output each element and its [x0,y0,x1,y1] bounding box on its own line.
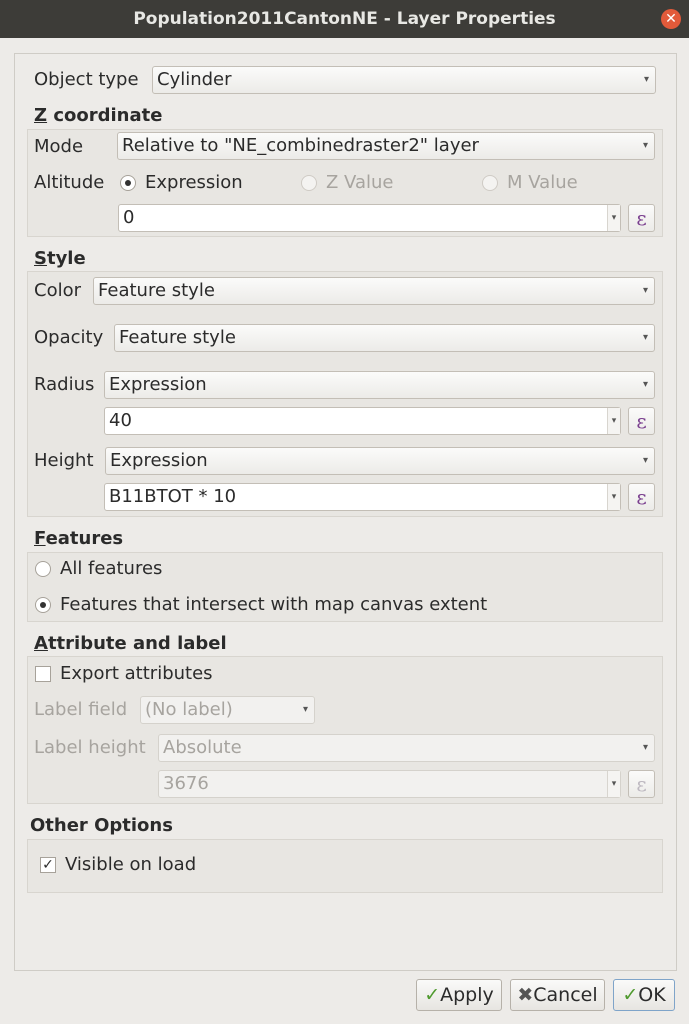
opacity-select[interactable]: Feature style ▾ [114,324,655,352]
cancel-x-icon: ✖ [517,984,534,1006]
opacity-label: Opacity [34,327,104,348]
window-title: Population2011CantonNE - Layer Propertie… [133,9,556,29]
chevron-down-icon: ▾ [642,140,648,151]
color-label: Color [34,280,81,301]
chevron-down-icon[interactable]: ▾ [607,484,620,510]
label-height-value: Absolute [163,737,242,758]
label-field-value: (No label) [145,699,233,720]
mode-select[interactable]: Relative to "NE_combinedraster2" layer ▾ [117,132,655,160]
chevron-down-icon: ▾ [643,74,649,85]
mode-label: Mode [34,136,84,157]
object-type-label: Object type [34,69,139,90]
height-mode-select[interactable]: Expression ▾ [105,447,655,475]
ok-button[interactable]: ✓OK [613,979,675,1011]
window-titlebar: Population2011CantonNE - Layer Propertie… [0,0,689,38]
radius-mode-select[interactable]: Expression ▾ [104,371,655,399]
chevron-down-icon: ▾ [642,285,648,296]
cancel-button[interactable]: ✖Cancel [510,979,605,1011]
checkmark-icon: ✓ [622,984,639,1006]
chevron-down-icon: ▾ [642,742,648,753]
radio-all-features[interactable] [35,561,51,577]
section-style: Style [34,248,86,269]
chevron-down-icon[interactable]: ▾ [607,408,620,434]
chevron-down-icon[interactable]: ▾ [607,771,620,797]
radio-m-value[interactable] [482,175,498,191]
section-other-options: Other Options [30,815,173,836]
section-z-coordinate: Z coordinate [34,105,163,126]
altitude-expression-value: 0 [123,207,135,228]
radius-epsilon-icon[interactable]: ε [628,407,655,435]
radius-mode-value: Expression [109,374,207,395]
label-height-label: Label height [34,737,146,758]
chevron-down-icon[interactable]: ▾ [607,205,620,231]
label-field-label: Label field [34,699,128,720]
color-value: Feature style [98,280,215,301]
label-field-select[interactable]: (No label) ▾ [140,696,315,724]
chevron-down-icon: ▾ [642,332,648,343]
label-height-select[interactable]: Absolute ▾ [158,734,655,762]
radio-expression-label: Expression [145,172,243,193]
section-attribute-label: Attribute and label [34,633,227,654]
label-height-number-field[interactable]: 3676 ▾ [158,770,621,798]
object-type-value: Cylinder [157,69,232,90]
close-icon[interactable]: ✕ [661,9,681,29]
radio-all-features-label: All features [60,558,163,579]
height-value: B11BTOT * 10 [109,486,237,507]
label-height-number: 3676 [163,773,209,794]
radio-z-value-label: Z Value [326,172,394,193]
color-select[interactable]: Feature style ▾ [93,277,655,305]
cancel-label: Cancel [533,984,598,1006]
expression-epsilon-icon[interactable]: ε [628,204,655,232]
object-type-select[interactable]: Cylinder ▾ [152,66,656,94]
altitude-expression-field[interactable]: 0 ▾ [118,204,621,232]
radius-label: Radius [34,374,95,395]
mode-value: Relative to "NE_combinedraster2" layer [122,135,479,156]
radio-z-value[interactable] [301,175,317,191]
chevron-down-icon: ▾ [302,704,308,715]
height-label: Height [34,450,94,471]
export-attributes-label: Export attributes [60,663,213,684]
ok-label: OK [638,984,666,1006]
opacity-value: Feature style [119,327,236,348]
visible-on-load-label: Visible on load [65,854,197,875]
export-attributes-checkbox[interactable] [35,666,51,682]
height-mode-value: Expression [110,450,208,471]
chevron-down-icon: ▾ [642,379,648,390]
label-height-epsilon-icon[interactable]: ε [628,770,655,798]
height-value-field[interactable]: B11BTOT * 10 ▾ [104,483,621,511]
apply-button[interactable]: ✓Apply [416,979,502,1011]
checkmark-icon: ✓ [424,984,441,1006]
radio-m-value-label: M Value [507,172,578,193]
height-epsilon-icon[interactable]: ε [628,483,655,511]
radio-intersect-features-label: Features that intersect with map canvas … [60,594,488,615]
altitude-label: Altitude [34,172,105,193]
section-features: Features [34,528,124,549]
radio-expression[interactable] [120,175,136,191]
chevron-down-icon: ▾ [642,455,648,466]
visible-on-load-checkbox[interactable]: ✓ [40,857,56,873]
radio-intersect-features[interactable] [35,597,51,613]
radius-value: 40 [109,410,132,431]
radius-value-field[interactable]: 40 ▾ [104,407,621,435]
apply-label: Apply [440,984,494,1006]
